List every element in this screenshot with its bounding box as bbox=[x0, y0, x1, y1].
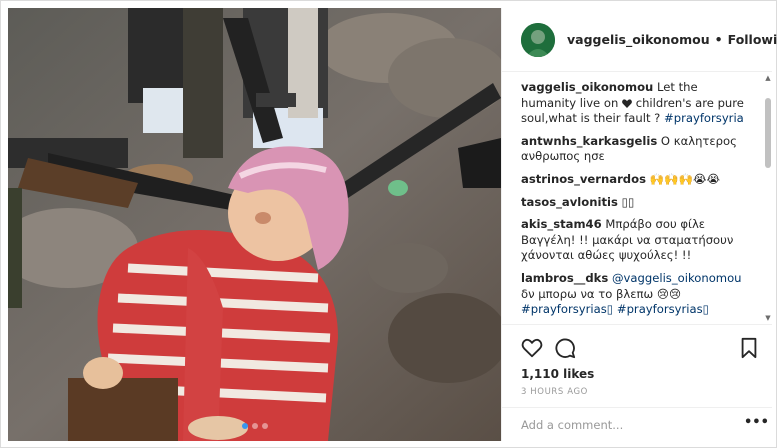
scroll-up-arrow-icon[interactable]: ▲ bbox=[764, 74, 772, 82]
post-header: vaggelis_oikonomou • Following bbox=[502, 8, 777, 72]
like-heart-icon[interactable] bbox=[521, 337, 543, 359]
more-options-button[interactable]: ••• bbox=[744, 416, 769, 434]
hashtag-link[interactable]: #prayforsyria bbox=[664, 111, 744, 125]
carousel-dot[interactable] bbox=[241, 423, 248, 429]
comment-bubble-icon[interactable] bbox=[554, 337, 576, 359]
comment: astrinos_vernardos 🙌🙌🙌😭😭 bbox=[521, 172, 764, 188]
comment-username[interactable]: tasos_avlonitis bbox=[521, 195, 618, 209]
comment-username[interactable]: lambros__dks bbox=[521, 271, 608, 285]
avatar-image bbox=[521, 22, 555, 57]
post-photo[interactable] bbox=[8, 8, 501, 441]
comment-text: δν μπορω να το βλεπω 😢😢 bbox=[521, 286, 682, 301]
scrollbar-thumb[interactable] bbox=[765, 98, 771, 168]
caption: vaggelis_oikonomou Let the humanity live… bbox=[521, 80, 764, 127]
carousel-dot[interactable] bbox=[261, 423, 268, 429]
post-actions: 1,110 likes 3 HOURS AGO ••• bbox=[502, 324, 772, 441]
add-comment-box: ••• bbox=[502, 407, 772, 442]
comment: akis_stam46 Μπράβο σου φίλε Βαγγέλη! !! … bbox=[521, 217, 764, 264]
bookmark-icon[interactable] bbox=[738, 337, 760, 359]
carousel-dots bbox=[8, 423, 501, 429]
comment-username[interactable]: akis_stam46 bbox=[521, 217, 602, 231]
comment-username[interactable]: vaggelis_oikonomou bbox=[521, 80, 653, 94]
hashtag-link[interactable]: #prayforsyrias▯ bbox=[617, 302, 709, 316]
avatar[interactable] bbox=[521, 22, 555, 57]
comment-username[interactable]: astrinos_vernardos bbox=[521, 172, 646, 186]
scroll-down-arrow-icon[interactable]: ▼ bbox=[764, 314, 772, 322]
comments-list[interactable]: vaggelis_oikonomou Let the humanity live… bbox=[502, 72, 764, 324]
following-button[interactable]: Following bbox=[728, 32, 777, 47]
comment-text: ▯▯ bbox=[621, 194, 635, 209]
comments-scrollbar[interactable]: ▲ ▼ bbox=[764, 72, 772, 324]
likes-count[interactable]: 1,110 likes bbox=[521, 367, 594, 381]
hashtag-link[interactable]: #prayforsyrias▯ bbox=[521, 302, 613, 316]
header-text: vaggelis_oikonomou • Following bbox=[567, 32, 777, 47]
photo-illustration bbox=[8, 8, 501, 441]
comment: antwnhs_karkasgelis Ο καλητερος ανθρωπος… bbox=[521, 134, 764, 165]
add-comment-input[interactable] bbox=[521, 416, 721, 434]
post-timestamp[interactable]: 3 HOURS AGO bbox=[521, 387, 588, 397]
post-window: vaggelis_oikonomou • Following vaggelis_… bbox=[0, 0, 777, 448]
mention-link[interactable]: @vaggelis_oikonomou bbox=[612, 271, 742, 285]
carousel-dot[interactable] bbox=[251, 423, 258, 429]
comment: tasos_avlonitis ▯▯ bbox=[521, 195, 764, 211]
post-side-panel: vaggelis_oikonomou • Following vaggelis_… bbox=[501, 8, 777, 441]
header-separator: • bbox=[714, 32, 723, 47]
comment-text: 🙌🙌🙌😭😭 bbox=[649, 171, 721, 186]
header-username[interactable]: vaggelis_oikonomou bbox=[567, 32, 710, 47]
heart-icon bbox=[622, 99, 632, 108]
comment-username[interactable]: antwnhs_karkasgelis bbox=[521, 134, 657, 148]
comment: lambros__dks @vaggelis_oikonomou δν μπορ… bbox=[521, 271, 764, 318]
